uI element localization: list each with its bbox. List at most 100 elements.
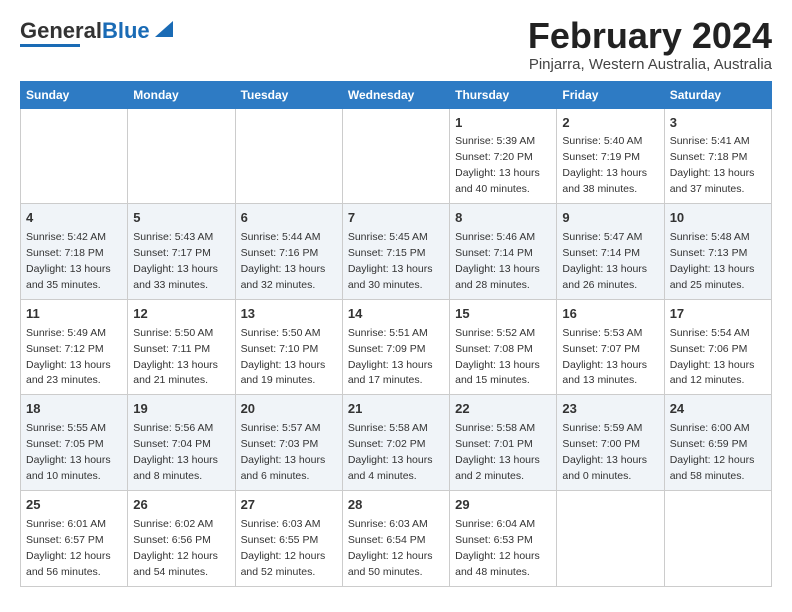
calendar-cell: 24 Sunrise: 6:00 AM Sunset: 6:59 PM Dayli… [664, 395, 771, 491]
week-row-2: 4 Sunrise: 5:42 AM Sunset: 7:18 PM Daylig… [21, 204, 772, 300]
calendar-cell: 14Sunrise: 5:51 AM Sunset: 7:09 PM Dayli… [342, 299, 449, 395]
calendar-cell: 9 Sunrise: 5:47 AM Sunset: 7:14 PM Daylig… [557, 204, 664, 300]
weekday-header-sunday: Sunday [21, 81, 128, 108]
calendar-table: SundayMondayTuesdayWednesdayThursdayFrid… [20, 81, 772, 587]
day-number: 10 [670, 209, 766, 228]
week-row-5: 25 Sunrise: 6:01 AM Sunset: 6:57 PM Dayli… [21, 490, 772, 586]
calendar-subtitle: Pinjarra, Western Australia, Australia [528, 56, 772, 73]
day-info: Sunrise: 6:03 AM Sunset: 6:54 PM Dayligh… [348, 518, 433, 578]
day-number: 23 [562, 400, 658, 419]
day-info: Sunrise: 5:52 AM Sunset: 7:08 PM Dayligh… [455, 327, 540, 387]
calendar-cell: 15 Sunrise: 5:52 AM Sunset: 7:08 PM Dayli… [450, 299, 557, 395]
logo-underline [20, 44, 80, 47]
calendar-cell [664, 490, 771, 586]
page-header: GeneralBlue February 2024 Pinjarra, West… [20, 16, 772, 73]
calendar-cell: 26 Sunrise: 6:02 AM Sunset: 6:56 PM Dayli… [128, 490, 235, 586]
calendar-cell: 11 Sunrise: 5:49 AM Sunset: 7:12 PM Dayli… [21, 299, 128, 395]
day-number: 11 [26, 305, 122, 324]
logo: GeneralBlue [20, 20, 175, 47]
calendar-cell: 5Sunrise: 5:43 AM Sunset: 7:17 PM Daylig… [128, 204, 235, 300]
day-number: 18 [26, 400, 122, 419]
calendar-cell: 21 Sunrise: 5:58 AM Sunset: 7:02 PM Dayli… [342, 395, 449, 491]
week-row-4: 18Sunrise: 5:55 AM Sunset: 7:05 PM Dayli… [21, 395, 772, 491]
day-info: Sunrise: 6:02 AM Sunset: 6:56 PM Dayligh… [133, 518, 218, 578]
day-info: Sunrise: 5:58 AM Sunset: 7:02 PM Dayligh… [348, 422, 433, 482]
week-row-3: 11 Sunrise: 5:49 AM Sunset: 7:12 PM Dayli… [21, 299, 772, 395]
calendar-cell: 28 Sunrise: 6:03 AM Sunset: 6:54 PM Dayli… [342, 490, 449, 586]
day-number: 29 [455, 496, 551, 515]
day-info: Sunrise: 5:41 AM Sunset: 7:18 PM Dayligh… [670, 135, 755, 195]
day-number: 7 [348, 209, 444, 228]
calendar-cell: 19 Sunrise: 5:56 AM Sunset: 7:04 PM Dayli… [128, 395, 235, 491]
day-info: Sunrise: 5:58 AM Sunset: 7:01 PM Dayligh… [455, 422, 540, 482]
day-number: 12 [133, 305, 229, 324]
calendar-cell: 27 Sunrise: 6:03 AM Sunset: 6:55 PM Dayli… [235, 490, 342, 586]
calendar-cell: 13 Sunrise: 5:50 AM Sunset: 7:10 PM Dayli… [235, 299, 342, 395]
day-info: Sunrise: 5:42 AM Sunset: 7:18 PM Dayligh… [26, 231, 111, 291]
calendar-title: February 2024 [528, 16, 772, 56]
day-info: Sunrise: 5:50 AM Sunset: 7:10 PM Dayligh… [241, 327, 326, 387]
day-info: Sunrise: 5:56 AM Sunset: 7:04 PM Dayligh… [133, 422, 218, 482]
logo-general: General [20, 18, 102, 43]
day-info: Sunrise: 5:47 AM Sunset: 7:14 PM Dayligh… [562, 231, 647, 291]
calendar-cell: 10Sunrise: 5:48 AM Sunset: 7:13 PM Dayli… [664, 204, 771, 300]
day-info: Sunrise: 6:04 AM Sunset: 6:53 PM Dayligh… [455, 518, 540, 578]
day-info: Sunrise: 5:53 AM Sunset: 7:07 PM Dayligh… [562, 327, 647, 387]
calendar-cell: 6Sunrise: 5:44 AM Sunset: 7:16 PM Daylig… [235, 204, 342, 300]
day-number: 24 [670, 400, 766, 419]
day-number: 26 [133, 496, 229, 515]
calendar-cell: 4 Sunrise: 5:42 AM Sunset: 7:18 PM Daylig… [21, 204, 128, 300]
day-number: 15 [455, 305, 551, 324]
calendar-cell [21, 108, 128, 204]
day-number: 4 [26, 209, 122, 228]
calendar-cell: 17Sunrise: 5:54 AM Sunset: 7:06 PM Dayli… [664, 299, 771, 395]
day-info: Sunrise: 6:03 AM Sunset: 6:55 PM Dayligh… [241, 518, 326, 578]
calendar-cell: 25 Sunrise: 6:01 AM Sunset: 6:57 PM Dayli… [21, 490, 128, 586]
day-number: 28 [348, 496, 444, 515]
day-number: 9 [562, 209, 658, 228]
weekday-header-wednesday: Wednesday [342, 81, 449, 108]
calendar-cell: 1 Sunrise: 5:39 AM Sunset: 7:20 PM Daylig… [450, 108, 557, 204]
day-number: 27 [241, 496, 337, 515]
calendar-cell: 3 Sunrise: 5:41 AM Sunset: 7:18 PM Daylig… [664, 108, 771, 204]
day-number: 5 [133, 209, 229, 228]
day-number: 19 [133, 400, 229, 419]
calendar-cell [557, 490, 664, 586]
calendar-cell: 2 Sunrise: 5:40 AM Sunset: 7:19 PM Daylig… [557, 108, 664, 204]
calendar-cell: 23Sunrise: 5:59 AM Sunset: 7:00 PM Dayli… [557, 395, 664, 491]
title-block: February 2024 Pinjarra, Western Australi… [528, 16, 772, 73]
calendar-cell [235, 108, 342, 204]
day-info: Sunrise: 5:39 AM Sunset: 7:20 PM Dayligh… [455, 135, 540, 195]
calendar-cell: 22 Sunrise: 5:58 AM Sunset: 7:01 PM Dayli… [450, 395, 557, 491]
calendar-cell: 12 Sunrise: 5:50 AM Sunset: 7:11 PM Dayli… [128, 299, 235, 395]
weekday-header-row: SundayMondayTuesdayWednesdayThursdayFrid… [21, 81, 772, 108]
day-info: Sunrise: 5:49 AM Sunset: 7:12 PM Dayligh… [26, 327, 111, 387]
calendar-cell: 7Sunrise: 5:45 AM Sunset: 7:15 PM Daylig… [342, 204, 449, 300]
day-info: Sunrise: 5:57 AM Sunset: 7:03 PM Dayligh… [241, 422, 326, 482]
logo-triangle-icon [153, 19, 175, 39]
day-info: Sunrise: 6:00 AM Sunset: 6:59 PM Dayligh… [670, 422, 755, 482]
calendar-cell: 16Sunrise: 5:53 AM Sunset: 7:07 PM Dayli… [557, 299, 664, 395]
day-number: 22 [455, 400, 551, 419]
day-number: 14 [348, 305, 444, 324]
weekday-header-friday: Friday [557, 81, 664, 108]
day-info: Sunrise: 6:01 AM Sunset: 6:57 PM Dayligh… [26, 518, 111, 578]
weekday-header-saturday: Saturday [664, 81, 771, 108]
day-number: 1 [455, 114, 551, 133]
logo-blue: Blue [102, 18, 150, 43]
day-info: Sunrise: 5:46 AM Sunset: 7:14 PM Dayligh… [455, 231, 540, 291]
day-number: 8 [455, 209, 551, 228]
calendar-cell [128, 108, 235, 204]
day-number: 25 [26, 496, 122, 515]
day-number: 2 [562, 114, 658, 133]
day-info: Sunrise: 5:50 AM Sunset: 7:11 PM Dayligh… [133, 327, 218, 387]
calendar-cell: 8 Sunrise: 5:46 AM Sunset: 7:14 PM Daylig… [450, 204, 557, 300]
day-info: Sunrise: 5:40 AM Sunset: 7:19 PM Dayligh… [562, 135, 647, 195]
day-info: Sunrise: 5:54 AM Sunset: 7:06 PM Dayligh… [670, 327, 755, 387]
weekday-header-tuesday: Tuesday [235, 81, 342, 108]
day-number: 3 [670, 114, 766, 133]
day-number: 21 [348, 400, 444, 419]
calendar-cell: 20Sunrise: 5:57 AM Sunset: 7:03 PM Dayli… [235, 395, 342, 491]
calendar-cell: 18Sunrise: 5:55 AM Sunset: 7:05 PM Dayli… [21, 395, 128, 491]
day-number: 13 [241, 305, 337, 324]
